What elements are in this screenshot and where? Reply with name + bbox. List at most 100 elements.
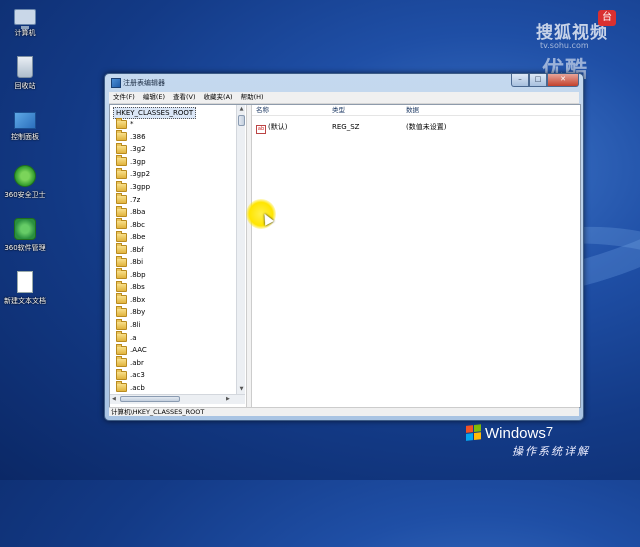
folder-icon <box>116 142 127 154</box>
tree-item-label: .8be <box>130 233 146 242</box>
folder-icon <box>116 180 127 192</box>
tree-item[interactable]: .abr <box>116 356 150 369</box>
desktop-icon-360-software[interactable]: 360软件管理 <box>0 218 50 253</box>
scroll-thumb[interactable] <box>238 115 245 126</box>
tree-item[interactable]: .8bi <box>116 255 150 269</box>
folder-icon <box>116 343 127 355</box>
tree-item-label: .8bx <box>130 295 146 304</box>
text-document-icon <box>17 271 33 293</box>
desktop-icon-label: 新建文本文档 <box>4 297 46 305</box>
values-list-pane: 名称 类型 数据 ab (默认) REG_SZ (数值未设置) <box>252 105 580 407</box>
scroll-thumb[interactable] <box>120 396 180 402</box>
scroll-down-arrow-icon[interactable]: ▼ <box>237 385 245 394</box>
desktop-icon-recycle-bin[interactable]: 回收站 <box>0 56 50 91</box>
tree-item-label: .8by <box>130 308 146 317</box>
tree-item-label: .8ba <box>130 208 146 217</box>
tree-item[interactable]: .ac3 <box>116 368 150 382</box>
tv-badge-icon: 台 <box>598 10 616 26</box>
tree-item-label: .8bi <box>130 258 144 267</box>
value-name: (默认) <box>268 123 288 131</box>
menu-favorites[interactable]: 收藏夹(A) <box>200 92 237 103</box>
folder-icon <box>116 193 127 205</box>
folder-icon <box>116 167 127 179</box>
tree-item-label: .8bs <box>130 283 145 292</box>
folder-icon <box>116 331 127 343</box>
folder-icon <box>116 130 127 142</box>
windows-logo: Windows7 <box>466 424 553 442</box>
tree-item[interactable]: .8by <box>116 305 150 319</box>
tree-item[interactable]: .3g2 <box>116 142 150 156</box>
column-name[interactable]: 名称 <box>256 105 269 115</box>
folder-icon <box>116 368 127 380</box>
desktop-icon-text-document[interactable]: 新建文本文档 <box>0 271 50 306</box>
value-data: (数值未设置) <box>406 123 447 131</box>
watermark-line1: 搜狐视频 <box>536 23 608 43</box>
shield-360-icon <box>14 165 36 187</box>
folder-icon <box>116 155 127 167</box>
tree-item[interactable]: .AAC <box>116 343 150 357</box>
status-bar: 计算机\HKEY_CLASSES_ROOT <box>109 407 579 416</box>
menu-file[interactable]: 文件(F) <box>109 92 139 103</box>
control-panel-icon <box>14 112 36 129</box>
tree-item-label: .3gp <box>130 157 146 166</box>
desktop-icon-label: 控制面板 <box>11 133 39 141</box>
scroll-up-arrow-icon[interactable]: ▲ <box>237 105 245 114</box>
tree-item[interactable]: .386 <box>116 130 150 144</box>
folder-icon <box>116 255 127 267</box>
folder-icon <box>116 218 127 230</box>
tree-item[interactable]: .8bs <box>116 280 150 294</box>
tree-item[interactable]: .8ba <box>116 205 150 219</box>
tree-item-label: .abr <box>130 358 144 367</box>
folder-icon <box>116 243 127 255</box>
client-area: HKEY_CLASSES_ROOT * .386.3g2.3gp .3gp2.3gp… <box>109 104 581 408</box>
desktop-icon-control-panel[interactable]: 控制面板 <box>0 112 50 142</box>
value-type: REG_SZ <box>332 123 360 131</box>
tree-item-label: .8bc <box>130 220 145 229</box>
minimize-button[interactable]: – <box>511 74 529 87</box>
window-controls: – □ ✕ <box>511 74 579 87</box>
folder-icon <box>116 280 127 292</box>
tree-item[interactable]: .a <box>116 331 150 344</box>
column-data[interactable]: 数据 <box>406 105 419 115</box>
desktop-icon-label: 计算机 <box>14 29 36 37</box>
menu-view[interactable]: 查看(V) <box>169 92 200 103</box>
registry-editor-window[interactable]: 注册表编辑器 – □ ✕ 文件(F) 编辑(E) 查看(V) 收藏夹(A) 帮助… <box>104 73 584 421</box>
desktop-icon-computer[interactable]: 计算机 <box>0 6 50 38</box>
scroll-left-arrow-icon[interactable]: ◀ <box>112 395 116 404</box>
menu-help[interactable]: 帮助(H) <box>237 92 268 103</box>
maximize-button[interactable]: □ <box>529 74 547 87</box>
value-row[interactable]: ab (默认) REG_SZ (数值未设置) <box>252 122 580 134</box>
tree-item[interactable]: .3gp2 <box>116 167 150 181</box>
folder-icon <box>116 318 127 330</box>
desktop-icon-label: 360安全卫士 <box>4 191 46 199</box>
tree-item-label: .8bp <box>130 270 146 279</box>
tree-item[interactable]: .8li <box>116 318 150 332</box>
tree-item-label: .a <box>130 333 137 342</box>
menu-bar: 文件(F) 编辑(E) 查看(V) 收藏夹(A) 帮助(H) <box>109 92 579 104</box>
windows-version: 7 <box>545 424 554 439</box>
window-title: 注册表编辑器 <box>123 79 165 87</box>
column-type[interactable]: 类型 <box>332 105 345 115</box>
tree-item[interactable]: .3gpp <box>116 180 151 194</box>
desktop-icon-360-safe[interactable]: 360安全卫士 <box>0 165 50 200</box>
computer-icon <box>14 9 36 29</box>
tree-horizontal-scrollbar[interactable]: ◀ ▶ <box>110 394 245 404</box>
tree-item[interactable]: .acb <box>116 381 150 394</box>
folder-icon <box>116 381 127 393</box>
tree-item[interactable]: .8bp <box>116 268 150 282</box>
scroll-right-arrow-icon[interactable]: ▶ <box>226 395 230 404</box>
tree-item[interactable]: .8be <box>116 230 150 244</box>
title-bar[interactable]: 注册表编辑器 – □ ✕ <box>105 74 583 90</box>
tree-vertical-scrollbar[interactable]: ▲ ▼ <box>236 105 245 394</box>
tree-item[interactable]: .3gp <box>116 155 150 169</box>
tree-item[interactable]: .8bx <box>116 293 150 307</box>
menu-edit[interactable]: 编辑(E) <box>139 92 169 103</box>
key-tree-pane: HKEY_CLASSES_ROOT * .386.3g2.3gp .3gp2.3gp… <box>110 105 245 394</box>
close-button[interactable]: ✕ <box>547 74 579 87</box>
tree-item[interactable]: .8bf <box>116 243 150 256</box>
tree-item-label: .3gpp <box>130 183 151 191</box>
tree-item[interactable]: * <box>116 117 150 131</box>
tree-item[interactable]: .8bc <box>116 218 150 231</box>
value-name-cell: ab (默认) <box>256 122 287 134</box>
tree-item[interactable]: .7z <box>116 193 150 206</box>
